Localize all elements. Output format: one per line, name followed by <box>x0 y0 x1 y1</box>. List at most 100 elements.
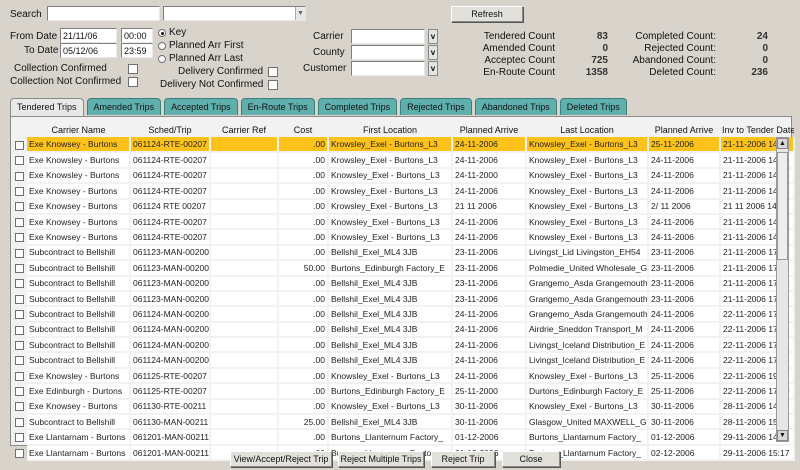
carrier-name-cell[interactable]: Subcontract to Bellshill <box>27 306 131 323</box>
row-checkbox[interactable] <box>15 325 24 335</box>
cost-cell[interactable]: .00 <box>278 306 329 323</box>
row-checkbox[interactable] <box>15 356 24 366</box>
table-row[interactable]: Exe Knowsey - Burtons 061124-RTE-00207 .00… <box>11 137 795 154</box>
last-location-cell[interactable]: Knowsley_Exel - Burtons_L3 <box>526 367 649 385</box>
sort-planned-first-radio[interactable] <box>158 42 166 50</box>
first-location-cell[interactable]: Burtons_Edinburgh Factory_E <box>328 383 453 400</box>
last-location-cell[interactable]: Knowsley_Exel - Burtons_L3 <box>526 152 649 169</box>
view-accept-reject-button[interactable]: View/Accept/Reject Trip <box>230 451 332 467</box>
carrier-name-cell[interactable]: Exe Knowsey - Burtons <box>27 137 131 154</box>
last-location-cell[interactable]: Knowsley_Exel - Burtons_L3 <box>526 213 649 231</box>
inv-to-tender-date-cell[interactable]: 29-11-2006 15:17 <box>720 444 795 462</box>
carrier-ref-cell[interactable] <box>210 275 279 292</box>
carrier-name-cell[interactable]: Exe Knowsey - Burtons <box>27 229 131 246</box>
cost-cell[interactable]: 50.00 <box>278 260 329 277</box>
sched-trip-cell[interactable]: 061130-MAN-00211 <box>130 414 211 431</box>
cost-cell[interactable]: .00 <box>278 167 329 185</box>
customer-dropdown-icon[interactable]: v <box>428 61 438 76</box>
sched-trip-cell[interactable]: 061124-MAN-00200 <box>130 306 211 323</box>
planned-arrive-cell[interactable]: 24-11-2006 <box>452 367 527 385</box>
planned-arrive-cell[interactable]: 23-11-2006 <box>452 290 527 308</box>
first-location-cell[interactable]: Krowsley_Exel - Burtons_L3 <box>328 137 453 154</box>
first-location-cell[interactable]: Burtons_Llanternum Factory_ <box>328 429 453 446</box>
planned-arrive-cell[interactable]: 24-11-2006 <box>452 137 527 154</box>
table-row[interactable]: Exe Knowsey - Burtons 061130-RTE-00211 .00… <box>11 398 795 416</box>
collection-not-confirmed-checkbox[interactable] <box>128 77 138 87</box>
last-location-cell[interactable]: Glasgow_United MAXWELL_G <box>526 414 649 431</box>
row-checkbox[interactable] <box>15 202 24 212</box>
column-header[interactable]: Sched/Trip <box>130 123 210 137</box>
planned-arrive-cell[interactable]: 25-11-2000 <box>452 383 527 400</box>
cost-cell[interactable]: .00 <box>278 244 329 262</box>
last-location-cell[interactable]: Airdrie_Sneddon Transport_M <box>526 321 649 339</box>
cost-cell[interactable]: .00 <box>278 137 329 154</box>
last-location-cell[interactable]: Livingst_Lid Livingston_EH54 <box>526 244 649 262</box>
sched-trip-cell[interactable]: 061201-MAN-00211 <box>130 429 211 446</box>
planned-arrive-cell[interactable]: 01-12-2006 <box>452 429 527 446</box>
table-row[interactable]: Subcontract to Bellshill 061123-MAN-00200… <box>11 275 795 292</box>
planned-arrive-cell[interactable]: 24-11-2006 <box>452 213 527 231</box>
carrier-name-cell[interactable]: Exe Knowsey - Burtons <box>27 213 131 231</box>
last-location-cell[interactable]: Knowsley_Exel - Burtons_L3 <box>526 167 649 185</box>
tab-tendered-trips[interactable]: Tendered Trips <box>10 98 84 116</box>
planned-arrive-last-cell[interactable]: 25-11-2006 <box>648 367 721 385</box>
planned-arrive-last-cell[interactable]: 24-11-2006 <box>648 213 721 231</box>
table-row[interactable]: Subcontract to Bellshill 061130-MAN-00211… <box>11 414 795 431</box>
row-checkbox[interactable] <box>15 279 24 289</box>
carrier-name-cell[interactable]: Exe Knowsey - Burtons <box>27 183 131 200</box>
planned-arrive-last-cell[interactable]: 25-11-2006 <box>648 383 721 400</box>
sched-trip-cell[interactable]: 061124-MAN-00200 <box>130 321 211 339</box>
tab-accepted-trips[interactable]: Accepted Trips <box>164 98 238 115</box>
carrier-name-cell[interactable]: Exe Knowsley - Burtons <box>27 152 131 169</box>
row-checkbox[interactable] <box>15 263 24 273</box>
collection-confirmed-checkbox[interactable] <box>128 64 138 74</box>
cost-cell[interactable]: .00 <box>278 352 329 369</box>
table-row[interactable]: Subcontract to Bellshill 061124-MAN-00200… <box>11 306 795 323</box>
carrier-ref-cell[interactable] <box>210 152 279 169</box>
row-checkbox[interactable] <box>15 371 24 381</box>
planned-arrive-last-cell[interactable]: 30-11-2006 <box>648 414 721 431</box>
last-location-cell[interactable]: Knowsley_Exel - Burtons_L3 <box>526 198 649 215</box>
carrier-ref-cell[interactable] <box>210 290 279 308</box>
cost-cell[interactable]: .00 <box>278 183 329 200</box>
planned-arrive-last-cell[interactable]: 24-11-2006 <box>648 152 721 169</box>
table-row[interactable]: Exe Knowsey - Burtons 061124-RTE-00207 .00… <box>11 229 795 246</box>
cost-cell[interactable]: .00 <box>278 229 329 246</box>
carrier-name-cell[interactable]: Exe Knowsley - Burtons <box>27 167 131 185</box>
planned-arrive-cell[interactable]: 30-11-2006 <box>452 414 527 431</box>
planned-arrive-last-cell[interactable]: 24-11-2006 <box>648 306 721 323</box>
column-header[interactable]: Carrier Ref <box>210 123 278 137</box>
search-input[interactable] <box>47 6 160 21</box>
sched-trip-cell[interactable]: 061125-RTE-00207 <box>130 383 211 400</box>
planned-arrive-last-cell[interactable]: 23-11-2006 <box>648 260 721 277</box>
county-dropdown-icon[interactable]: v <box>428 45 438 60</box>
sched-trip-cell[interactable]: 061125-RTE-00207 <box>130 367 211 385</box>
sched-trip-cell[interactable]: 061123-MAN-00200 <box>130 275 211 292</box>
table-row[interactable]: Exe Knowsley - Burtons 061124-RTE-00207 .0… <box>11 152 795 169</box>
carrier-ref-cell[interactable] <box>210 167 279 185</box>
tab-deleted-trips[interactable]: Deleted Trips <box>559 98 627 115</box>
sched-trip-cell[interactable]: 061124-RTE-00207 <box>130 137 211 154</box>
carrier-name-cell[interactable]: Exe Edinburgh - Durtons <box>27 383 131 400</box>
planned-arrive-last-cell[interactable]: 24-11-2006 <box>648 229 721 246</box>
from-time-input[interactable] <box>121 28 153 43</box>
first-location-cell[interactable]: Krowsley_Exel - Burtons_L3 <box>328 198 453 215</box>
last-location-cell[interactable]: Knowsley_Exel - Burtons_L3 <box>526 137 649 154</box>
column-header[interactable]: Carrier Name <box>27 123 130 137</box>
tab-rejected-trips[interactable]: Rejected Trips <box>400 98 472 115</box>
planned-arrive-cell[interactable]: 24-11-2006 <box>452 306 527 323</box>
carrier-input[interactable] <box>351 29 425 44</box>
first-location-cell[interactable]: Knowsley_Exel - Burtons_L3 <box>328 398 453 416</box>
column-header[interactable]: Planned Arrive <box>648 123 720 137</box>
planned-arrive-last-cell[interactable]: 24-11-2006 <box>648 352 721 369</box>
county-input[interactable] <box>351 45 425 60</box>
cost-cell[interactable]: .00 <box>278 213 329 231</box>
last-location-cell[interactable]: Polmedie_United Wholesale_G <box>526 260 649 277</box>
first-location-cell[interactable]: Bellshil_Exel_ML4 3JB <box>328 352 453 369</box>
first-location-cell[interactable]: Burtons_Edinburgh Factory_E <box>328 260 453 277</box>
carrier-name-cell[interactable]: Subcontract to Bellshill <box>27 321 131 339</box>
to-date-input[interactable] <box>60 43 117 58</box>
row-checkbox[interactable] <box>15 417 24 427</box>
planned-arrive-last-cell[interactable]: 24-11-2006 <box>648 337 721 354</box>
planned-arrive-cell[interactable]: 24-11-2006 <box>452 352 527 369</box>
